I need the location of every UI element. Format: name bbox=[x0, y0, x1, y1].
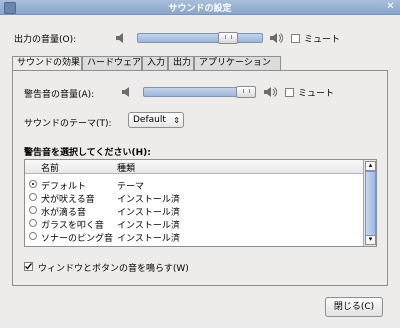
output-mute-checkbox[interactable] bbox=[291, 34, 300, 43]
close-button[interactable]: 閉じる(C) bbox=[325, 297, 383, 317]
list-item-glass-tap[interactable]: ガラスを叩く音 インストール済 bbox=[25, 217, 364, 231]
title-bar: サウンドの設定 ✕ bbox=[0, 0, 400, 15]
tab-input[interactable]: 入力 bbox=[142, 56, 168, 70]
alert-volume-label: 警告音の音量(A): bbox=[24, 90, 95, 100]
alert-sound-list: 名前 種類 デフォルト テーマ 犬が吠える音 インストール済 水が滴る音 インス… bbox=[24, 159, 377, 247]
alert-speaker-high-icon bbox=[264, 87, 277, 97]
window-sound-label: ウィンドウとボタンの音を鳴らす(W) bbox=[38, 264, 189, 274]
close-icon[interactable]: ✕ bbox=[385, 1, 396, 12]
radio-default[interactable] bbox=[29, 180, 37, 188]
speaker-low-icon bbox=[116, 33, 123, 43]
list-header: 名前 種類 bbox=[25, 160, 364, 174]
checkmark-icon bbox=[25, 263, 33, 270]
tab-applications[interactable]: アプリケーション bbox=[194, 56, 281, 70]
list-item-default[interactable]: デフォルト テーマ bbox=[25, 178, 364, 192]
tab-output[interactable]: 出力 bbox=[168, 56, 194, 70]
scroll-up-arrow-icon[interactable]: ▴ bbox=[365, 161, 376, 171]
sound-theme-value: Default bbox=[133, 115, 166, 125]
list-item-name: ソナーのピング音 bbox=[41, 234, 114, 244]
tab-hardware[interactable]: ハードウェア bbox=[82, 56, 142, 70]
scrollbar-thumb[interactable] bbox=[365, 171, 376, 237]
radio-dog-bark[interactable] bbox=[29, 193, 37, 201]
output-mute-label: ミュート bbox=[304, 35, 341, 45]
alert-speaker-low-icon bbox=[122, 87, 129, 97]
list-item-water-drip[interactable]: 水が滴る音 インストール済 bbox=[25, 204, 364, 218]
speaker-high-icon bbox=[270, 33, 283, 43]
scroll-down-arrow-icon[interactable]: ▾ bbox=[365, 235, 376, 245]
choose-alert-label: 警告音を選択してください(H): bbox=[24, 148, 151, 158]
sound-theme-label: サウンドのテーマ(T): bbox=[24, 119, 112, 129]
list-item-type: インストール済 bbox=[117, 234, 180, 244]
output-volume-label: 出力の音量(O): bbox=[14, 35, 77, 45]
sound-settings-window: サウンドの設定 ✕ 出力の音量(O): ミュート サウンドの効果 ハードウェア … bbox=[0, 0, 400, 328]
tab-sound-effects[interactable]: サウンドの効果 bbox=[12, 56, 82, 71]
alert-mute-label: ミュート bbox=[298, 89, 335, 99]
alert-volume-slider-thumb[interactable] bbox=[236, 86, 256, 98]
output-volume-slider-thumb[interactable] bbox=[218, 32, 238, 44]
chevron-updown-icon: ⇕ bbox=[173, 116, 180, 125]
list-item-sonar-ping[interactable]: ソナーのピング音 インストール済 bbox=[25, 230, 364, 244]
radio-glass-tap[interactable] bbox=[29, 219, 37, 227]
column-name-header[interactable]: 名前 bbox=[41, 161, 59, 174]
column-type-header[interactable]: 種類 bbox=[117, 161, 135, 174]
output-volume-slider[interactable] bbox=[137, 33, 263, 43]
radio-sonar-ping[interactable] bbox=[29, 232, 37, 240]
window-title: サウンドの設定 bbox=[168, 4, 232, 14]
list-item-dog-bark[interactable]: 犬が吠える音 インストール済 bbox=[25, 191, 364, 205]
radio-water-drip[interactable] bbox=[29, 206, 37, 214]
window-sound-checkbox[interactable] bbox=[24, 262, 33, 271]
alert-mute-checkbox[interactable] bbox=[285, 88, 294, 97]
sound-theme-select[interactable]: Default ⇕ bbox=[128, 112, 184, 128]
list-scrollbar[interactable]: ▴ ▾ bbox=[363, 160, 376, 246]
